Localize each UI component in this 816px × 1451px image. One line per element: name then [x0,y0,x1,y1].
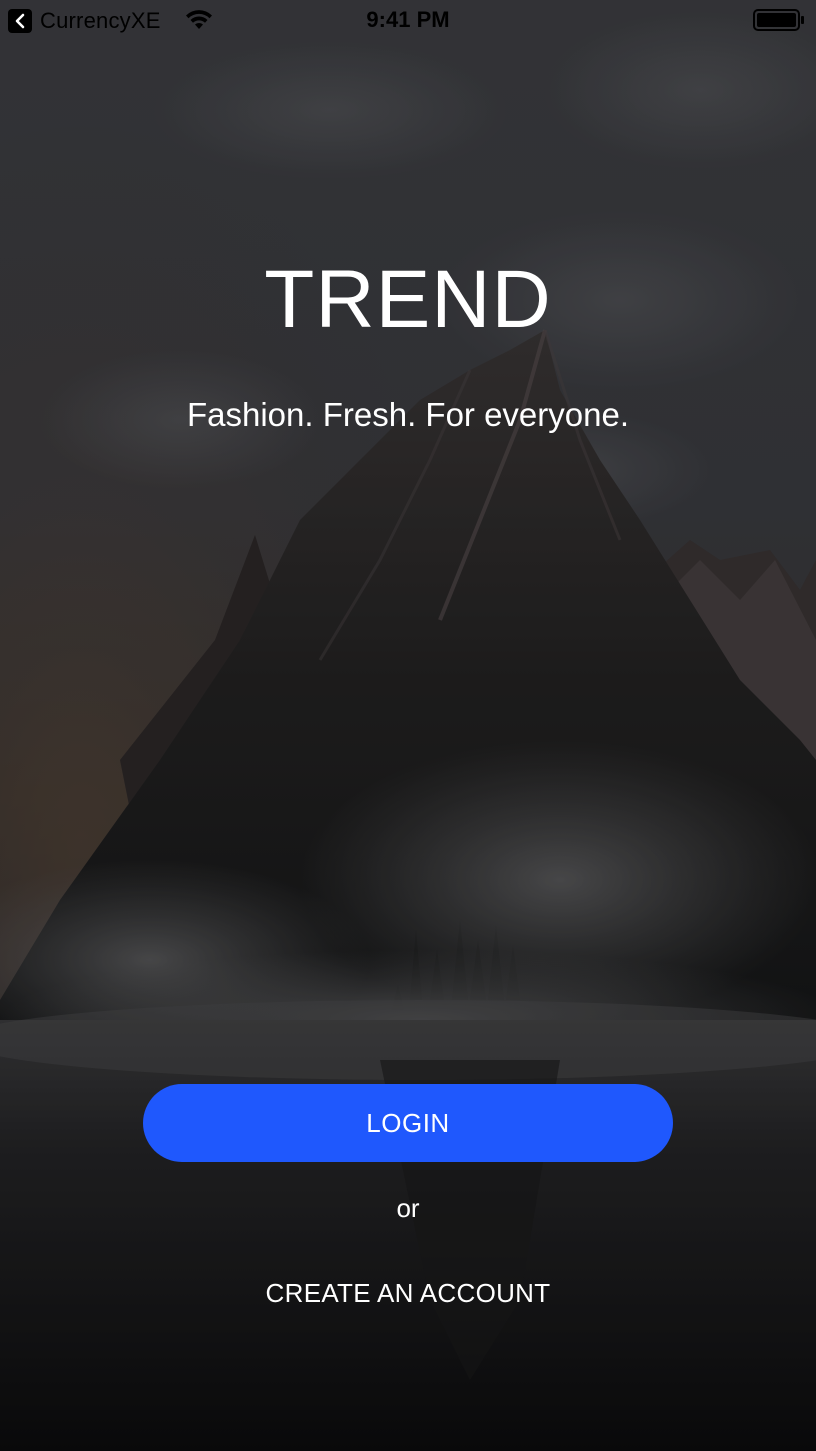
create-account-container: CREATE AN ACCOUNT [0,1278,816,1309]
battery-icon [753,9,805,36]
login-button[interactable]: LOGIN [143,1084,673,1162]
onboarding-screen: CurrencyXE 9:41 PM TREND Fashion. Fresh.… [0,0,816,1451]
app-title: TREND [264,254,552,345]
status-time: 9:41 PM [366,7,450,32]
create-account-button[interactable]: CREATE AN ACCOUNT [266,1278,551,1308]
app-tagline: Fashion. Fresh. For everyone. [186,396,630,433]
mountain-background-image [0,0,816,1451]
status-bar: CurrencyXE 9:41 PM [0,0,816,40]
or-separator: or [396,1193,420,1223]
